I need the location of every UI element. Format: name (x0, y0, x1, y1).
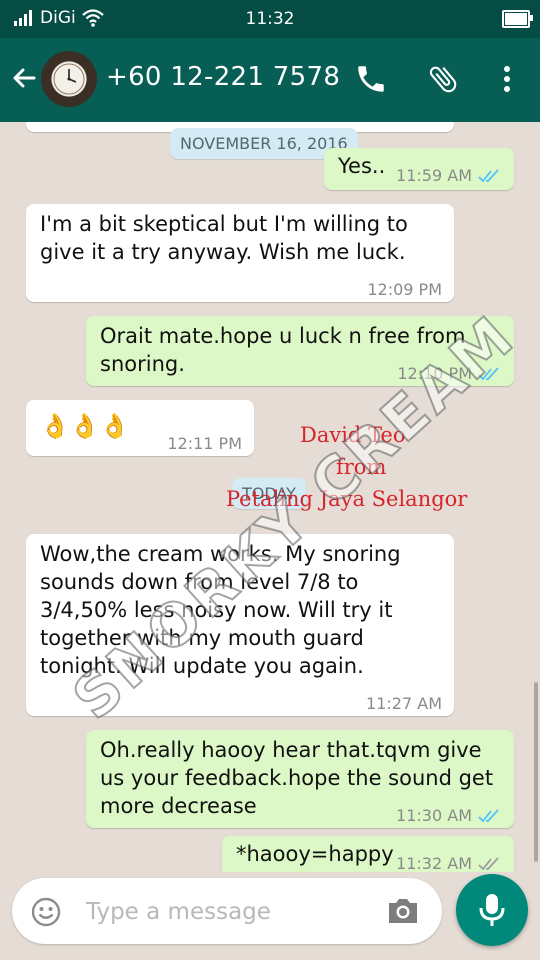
message-meta: 12:09 PM (367, 276, 442, 304)
read-ticks-icon (478, 169, 499, 183)
message-meta: 11:30 AM (396, 802, 502, 830)
message-line: Orait mate.hope u luck n free from (100, 324, 466, 348)
message-incoming[interactable]: I'm a bit skeptical but I'm willing to g… (26, 204, 454, 302)
scrollbar[interactable] (534, 682, 538, 862)
message-line: Oh.really haooy hear that.tqvm give (100, 738, 482, 762)
call-icon[interactable] (354, 62, 388, 96)
chat-header: +60 12-221 7578 (0, 38, 540, 122)
message-outgoing[interactable]: Yes.. 11:59 AM (324, 148, 514, 190)
message-text: Yes.. (338, 154, 386, 178)
contact-name[interactable]: +60 12-221 7578 (106, 62, 340, 92)
message-list[interactable]: NOVEMBER 16, 2016 Yes.. 11:59 AM I'm a b… (0, 122, 540, 872)
status-time: 11:32 (245, 9, 295, 29)
message-time: 11:27 AM (366, 694, 442, 713)
battery-icon (502, 10, 533, 28)
mic-button[interactable] (456, 874, 528, 946)
message-line: I'm a bit skeptical but I'm willing to (40, 212, 408, 236)
message-meta: 11:27 AM (366, 690, 442, 718)
status-bar: DiGi 11:32 (0, 0, 540, 38)
message-input[interactable] (84, 892, 378, 932)
message-meta: 11:59 AM (396, 162, 502, 190)
message-meta: 11:32 AM (396, 850, 502, 872)
message-line: give it a try anyway. Wish me luck. (40, 240, 406, 264)
message-line: us your feedback.hope the sound get (100, 766, 494, 790)
contact-avatar[interactable] (42, 52, 96, 106)
emoji-icon[interactable] (30, 896, 62, 928)
message-time: 11:59 AM (396, 166, 472, 185)
message-outgoing[interactable]: *haooy=happy 11:32 AM (222, 836, 514, 872)
message-time: 11:32 AM (396, 854, 472, 872)
message-text: I'm a bit skeptical but I'm willing to g… (40, 210, 408, 266)
back-arrow-icon[interactable] (8, 62, 40, 94)
more-options-icon[interactable] (490, 62, 524, 96)
message-outgoing[interactable]: Oh.really haooy hear that.tqvm give us y… (86, 730, 514, 828)
composer (12, 878, 442, 944)
read-ticks-icon (478, 809, 499, 823)
message-incoming[interactable]: 👌👌👌 12:11 PM (26, 400, 254, 456)
message-time: 11:30 AM (396, 806, 472, 825)
attach-icon[interactable] (426, 62, 460, 96)
message-time: 12:11 PM (167, 434, 242, 453)
delivered-ticks-icon (478, 857, 499, 871)
message-text: *haooy=happy (236, 842, 394, 866)
camera-icon[interactable] (386, 896, 420, 926)
emoji-message: 👌👌👌 (40, 412, 130, 440)
message-time: 12:09 PM (367, 280, 442, 299)
mic-icon (479, 894, 505, 926)
message-meta: 12:11 PM (167, 430, 242, 458)
clock-avatar-icon (53, 63, 85, 95)
